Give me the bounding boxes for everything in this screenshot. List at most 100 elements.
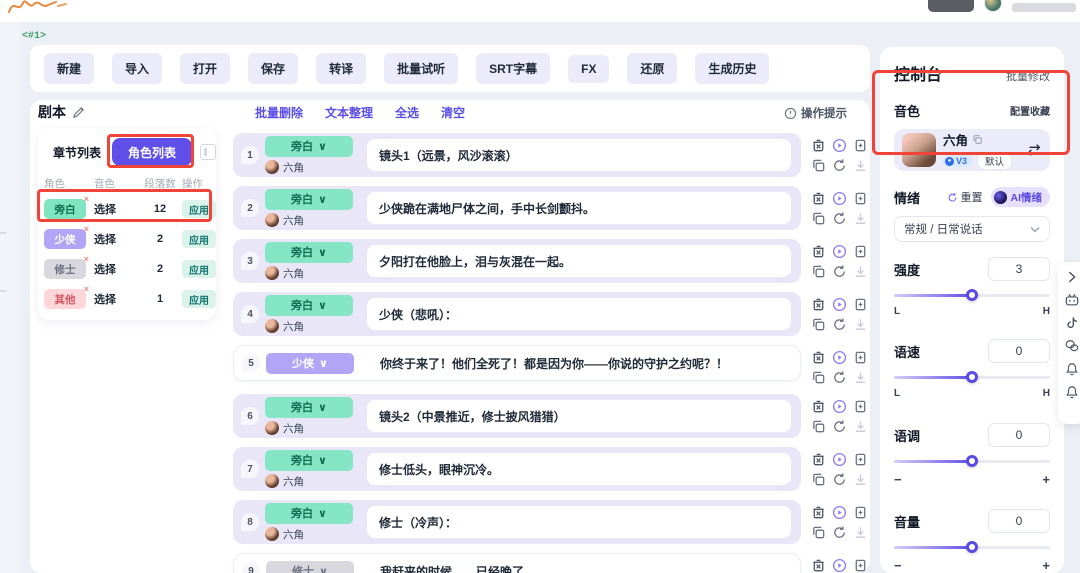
select-voice-link[interactable]: 选择 (94, 201, 138, 217)
bilibili-icon[interactable] (1065, 293, 1079, 307)
batch-modify-link[interactable]: 批量修改 (1006, 68, 1050, 84)
segment-bubble[interactable]: 1 旁白 ∨ 六角 镜头1（远景，风沙滚滚） (233, 133, 801, 177)
segment-bubble[interactable]: 5 少侠 ∨ 你终于来了！他们全死了！都是因为你——你说的守护之约呢？！ (233, 345, 801, 381)
delete-icon[interactable] (811, 505, 826, 520)
role-tag-monk[interactable]: 修士 × (44, 254, 89, 279)
segment-text[interactable]: 修士低头，眼神沉冷。 (367, 453, 791, 485)
copy-icon[interactable] (811, 419, 826, 434)
remove-role-icon[interactable]: × (84, 284, 89, 294)
remove-role-icon[interactable]: × (84, 194, 89, 204)
segment-bubble[interactable]: 2 旁白 ∨ 六角 少侠跪在满地尸体之间，手中长剑颤抖。 (233, 186, 801, 230)
role-tag-hero[interactable]: 少侠 × (44, 224, 89, 249)
role-dropdown[interactable]: 旁白 ∨ (265, 188, 353, 210)
delete-icon[interactable] (811, 191, 826, 206)
copy-icon[interactable] (811, 472, 826, 487)
segment-text[interactable]: 少侠跪在满地尸体之间，手中长剑颤抖。 (367, 192, 791, 224)
batch-preview-button[interactable]: 批量试听 (384, 53, 459, 84)
play-icon[interactable] (832, 350, 847, 365)
download-icon[interactable] (853, 317, 868, 332)
copy-icon[interactable] (811, 211, 826, 226)
tab-chapter-list[interactable]: 章节列表 (44, 138, 110, 166)
user-avatar[interactable] (984, 0, 1002, 12)
copy-voice-icon[interactable] (972, 134, 983, 145)
collapsed-left-rail[interactable] (0, 22, 20, 573)
add-file-icon[interactable] (853, 505, 868, 520)
play-icon[interactable] (832, 138, 847, 153)
download-icon[interactable] (853, 264, 868, 279)
select-voice-link[interactable]: 选择 (94, 261, 138, 277)
remove-role-icon[interactable]: × (84, 224, 89, 234)
select-all-link[interactable]: 全选 (395, 104, 419, 121)
add-file-icon[interactable] (853, 399, 868, 414)
regenerate-icon[interactable] (832, 317, 847, 332)
open-button[interactable]: 打开 (180, 53, 231, 84)
restore-button[interactable]: 还原 (627, 53, 678, 84)
copy-icon[interactable] (811, 317, 826, 332)
role-dropdown[interactable]: 旁白 ∨ (265, 396, 353, 418)
header-button[interactable] (928, 0, 974, 12)
translate-button[interactable]: 转译 (316, 53, 367, 84)
regenerate-icon[interactable] (832, 472, 847, 487)
speed-input[interactable] (988, 339, 1050, 363)
slider-thumb[interactable] (966, 371, 978, 383)
clear-link[interactable]: 清空 (441, 104, 465, 121)
add-file-icon[interactable] (853, 244, 868, 259)
slider-thumb[interactable] (966, 455, 978, 467)
segment-text[interactable]: 修士（冷声）： (367, 506, 791, 538)
segment-bubble[interactable]: 3 旁白 ∨ 六角 夕阳打在他脸上，泪与灰混在一起。 (233, 239, 801, 283)
tab-role-list[interactable]: 角色列表 (112, 138, 192, 166)
emotion-reset[interactable]: 重置 (947, 189, 983, 205)
regenerate-icon[interactable] (832, 211, 847, 226)
emotion-select[interactable]: 常规 / 日常说话 (894, 216, 1050, 242)
segment-text[interactable]: 我赶来的时候……已经晚了。 (368, 555, 790, 573)
fx-button[interactable]: FX (568, 54, 610, 83)
swap-voice-icon[interactable] (1026, 143, 1042, 157)
download-icon[interactable] (853, 472, 868, 487)
copy-icon[interactable] (811, 525, 826, 540)
role-tag-other[interactable]: 其他 × (44, 284, 89, 309)
intensity-slider[interactable] (894, 289, 1050, 301)
add-file-icon[interactable] (853, 138, 868, 153)
delete-icon[interactable] (811, 244, 826, 259)
edit-script-icon[interactable] (72, 106, 85, 119)
operation-tips[interactable]: 操作提示 (784, 105, 847, 121)
role-dropdown[interactable]: 旁白 ∨ (265, 449, 353, 471)
apply-button[interactable]: 应用 (182, 290, 216, 308)
apply-button[interactable]: 应用 (182, 200, 216, 218)
chevron-right-icon[interactable] (1065, 270, 1079, 284)
delete-icon[interactable] (811, 558, 826, 573)
segment-text[interactable]: 你终于来了！他们全死了！都是因为你——你说的守护之约呢？！ (368, 347, 790, 379)
role-dropdown[interactable]: 旁白 ∨ (265, 135, 353, 157)
segment-bubble[interactable]: 9 修士 ∨ 我赶来的时候……已经晚了。 (233, 553, 801, 573)
volume-input[interactable] (988, 509, 1050, 533)
play-icon[interactable] (832, 191, 847, 206)
role-dropdown[interactable]: 修士 ∨ (266, 560, 354, 573)
collapse-panel-icon[interactable] (200, 144, 216, 160)
speed-slider[interactable] (894, 371, 1050, 383)
add-file-icon[interactable] (853, 297, 868, 312)
remove-role-icon[interactable]: × (84, 254, 89, 264)
segment-text[interactable]: 镜头2（中景推近，修士披风猎猎） (367, 400, 791, 432)
select-voice-link[interactable]: 选择 (94, 231, 138, 247)
voice-card[interactable]: 六角 ● V3 默认 (894, 129, 1050, 171)
select-voice-link[interactable]: 选择 (94, 291, 138, 307)
history-button[interactable]: 生成历史 (695, 53, 770, 84)
regenerate-icon[interactable] (832, 525, 847, 540)
voice-favorites-link[interactable]: 配置收藏 (1010, 103, 1050, 118)
import-button[interactable]: 导入 (112, 53, 163, 84)
batch-delete-link[interactable]: 批量删除 (255, 104, 303, 121)
add-file-icon[interactable] (853, 191, 868, 206)
copy-icon[interactable] (811, 158, 826, 173)
bell-icon[interactable] (1065, 385, 1079, 399)
segment-text[interactable]: 少侠（悲吼）： (367, 298, 791, 330)
tiktok-icon[interactable] (1065, 316, 1079, 330)
bell-icon[interactable] (1065, 362, 1079, 376)
srt-subtitle-button[interactable]: SRT字幕 (476, 53, 551, 84)
add-file-icon[interactable] (853, 350, 868, 365)
delete-icon[interactable] (811, 399, 826, 414)
role-dropdown[interactable]: 旁白 ∨ (265, 294, 353, 316)
segment-text[interactable]: 镜头1（远景，风沙滚滚） (367, 139, 791, 171)
segment-bubble[interactable]: 8 旁白 ∨ 六角 修士（冷声）： (233, 500, 801, 544)
apply-button[interactable]: 应用 (182, 230, 216, 248)
segment-bubble[interactable]: 6 旁白 ∨ 六角 镜头2（中景推近，修士披风猎猎） (233, 394, 801, 438)
